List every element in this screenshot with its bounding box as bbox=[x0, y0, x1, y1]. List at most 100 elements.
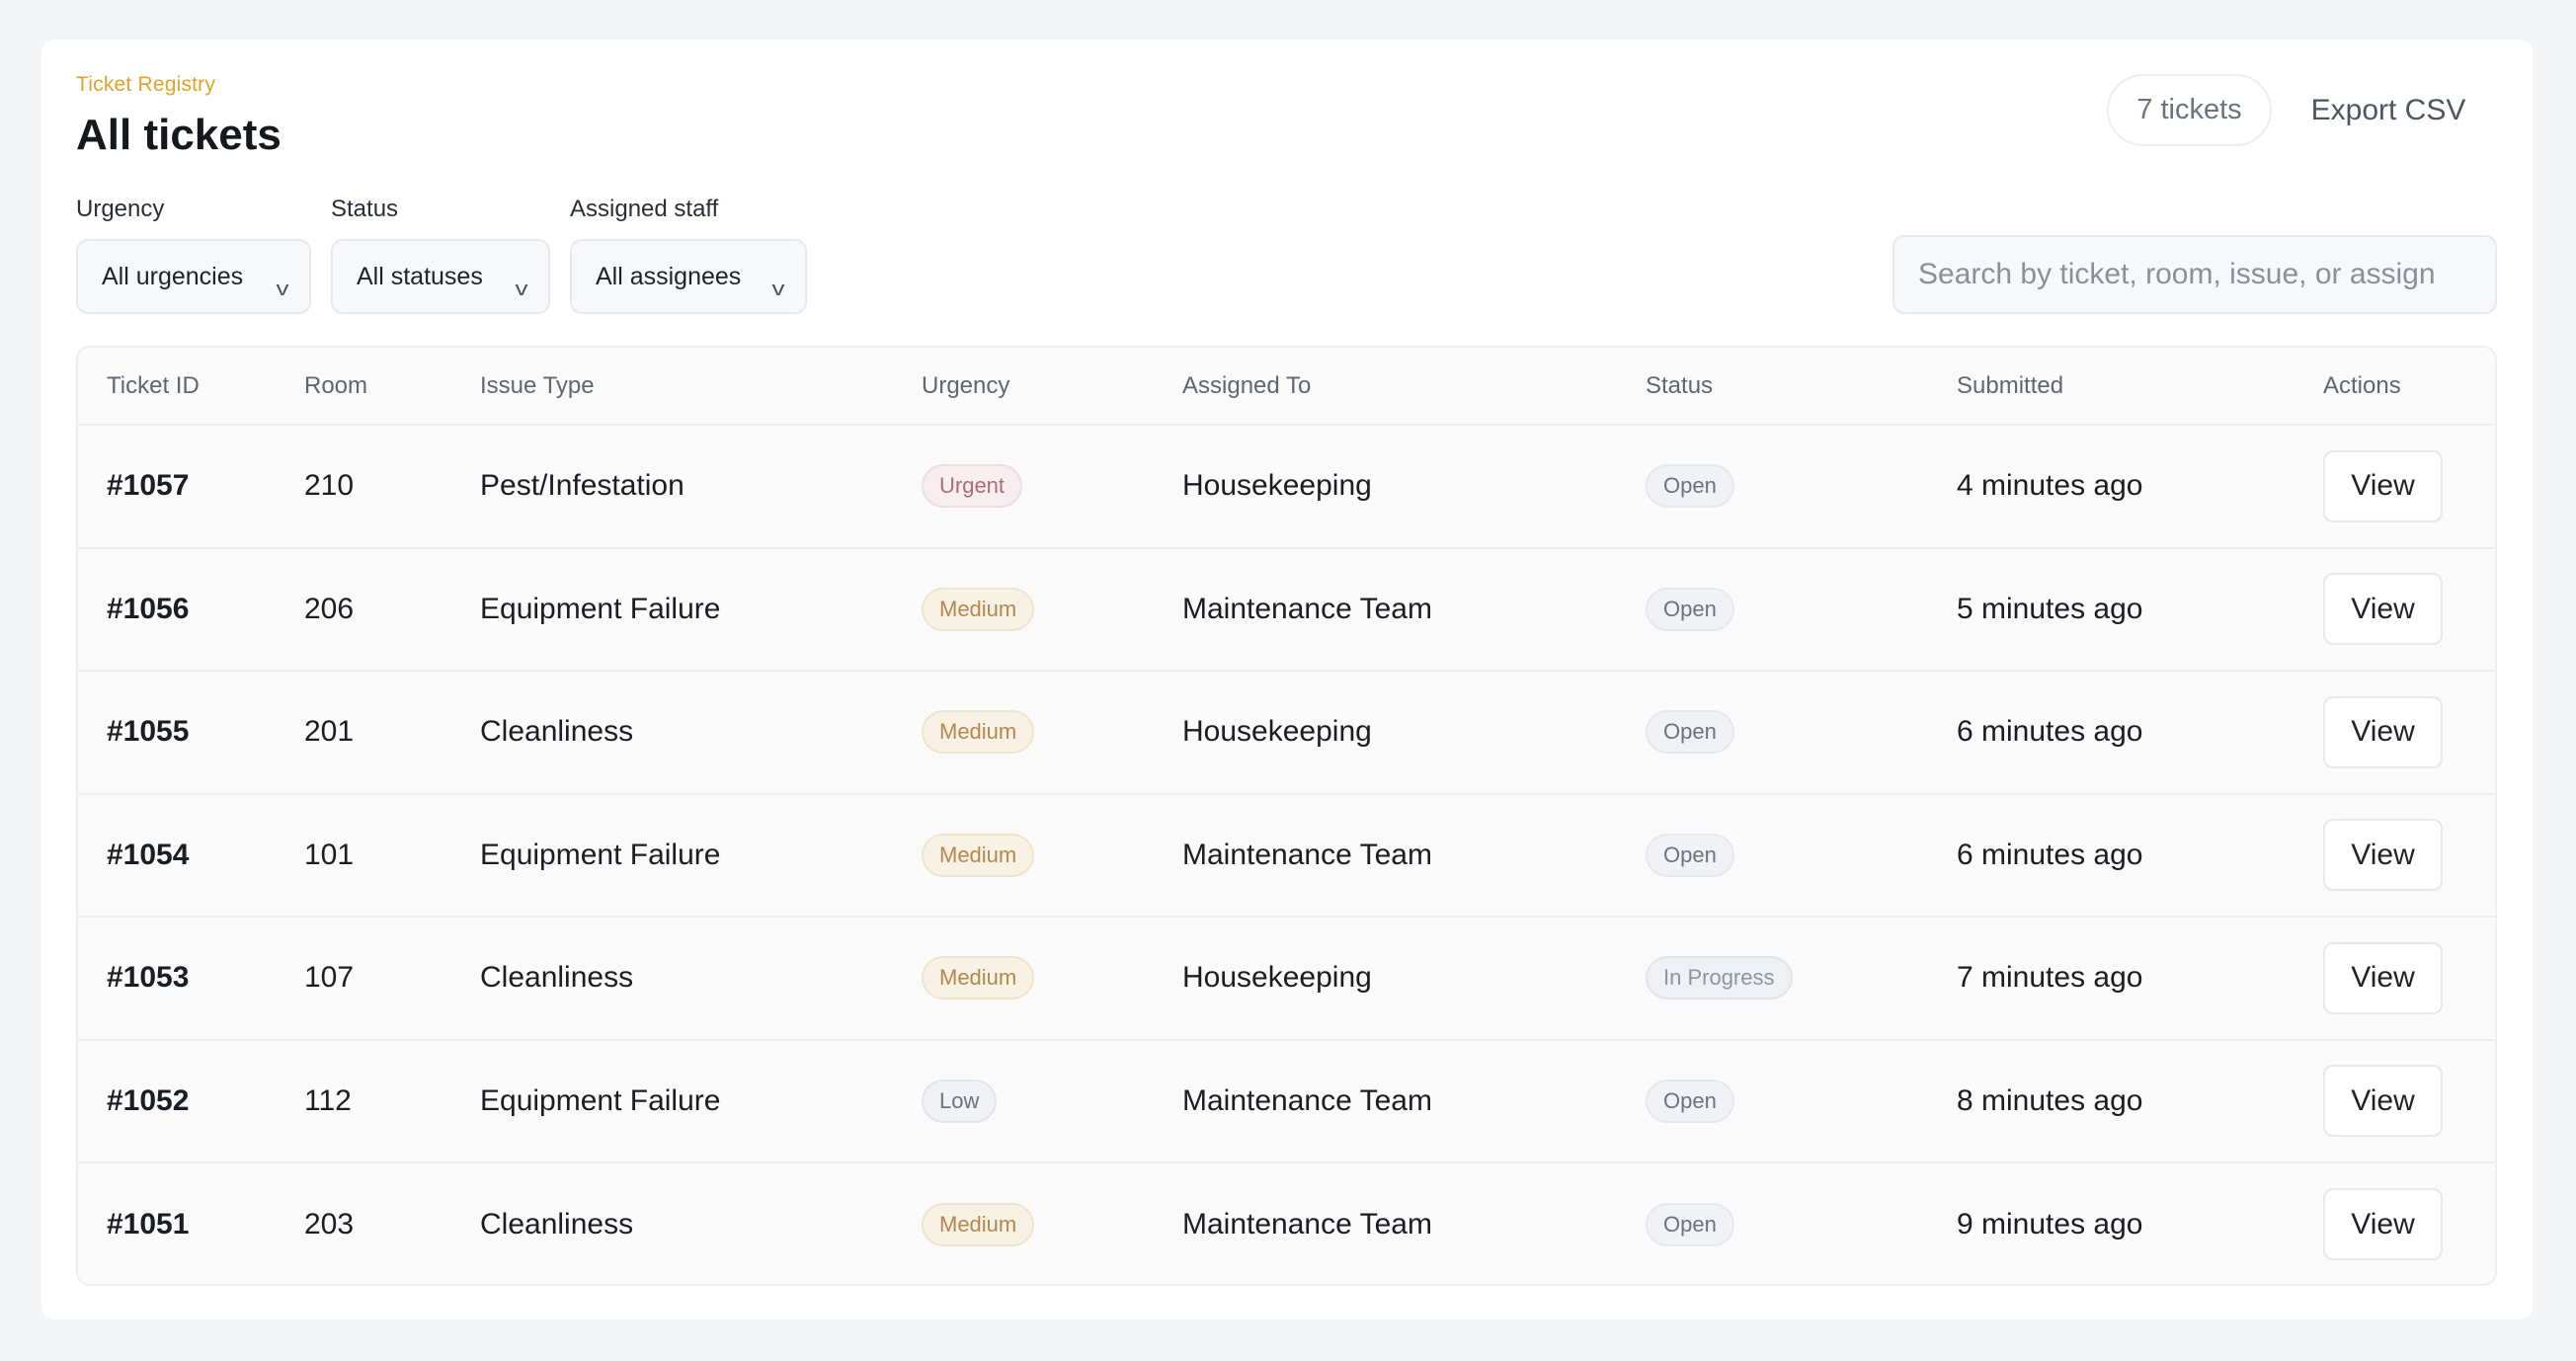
search-input[interactable] bbox=[1892, 235, 2497, 314]
table-row[interactable]: #1053 107 Cleanliness Medium Housekeepin… bbox=[78, 917, 2495, 1041]
urgency-filter: Urgency All urgencies v bbox=[76, 196, 311, 314]
room-number: 201 bbox=[304, 671, 480, 795]
status-badge: Open bbox=[1646, 464, 1734, 509]
status-filter: Status All statuses v bbox=[331, 196, 550, 314]
urgency-select-value: All urgencies bbox=[102, 262, 244, 290]
assigned-to: Maintenance Team bbox=[1182, 547, 1646, 672]
room-number: 107 bbox=[304, 917, 480, 1041]
column-header-submitted[interactable]: Submitted bbox=[1957, 348, 2323, 426]
submitted-time: 5 minutes ago bbox=[1957, 547, 2323, 672]
submitted-time: 4 minutes ago bbox=[1957, 425, 2323, 549]
view-button[interactable]: View bbox=[2323, 1065, 2443, 1138]
urgency-cell: Medium bbox=[922, 793, 1182, 918]
urgency-filter-label: Urgency bbox=[76, 196, 165, 222]
table-row[interactable]: #1054 101 Equipment Failure Medium Maint… bbox=[78, 793, 2495, 918]
chevron-down-icon: v bbox=[771, 279, 785, 300]
table-header-row: Ticket ID Room Issue Type Urgency Assign… bbox=[78, 348, 2495, 426]
assignee-filter: Assigned staff All assignees v bbox=[570, 196, 807, 314]
actions-cell: View bbox=[2323, 793, 2495, 918]
ticket-id: #1054 bbox=[78, 793, 304, 918]
table-row[interactable]: #1055 201 Cleanliness Medium Housekeepin… bbox=[78, 671, 2495, 795]
table-row[interactable]: #1051 203 Cleanliness Medium Maintenance… bbox=[78, 1162, 2495, 1284]
urgency-cell: Medium bbox=[922, 917, 1182, 1041]
submitted-time: 8 minutes ago bbox=[1957, 1039, 2323, 1163]
status-badge: Open bbox=[1646, 710, 1734, 755]
tickets-table: Ticket ID Room Issue Type Urgency Assign… bbox=[76, 346, 2497, 1286]
assigned-to: Maintenance Team bbox=[1182, 1039, 1646, 1163]
status-badge: Open bbox=[1646, 587, 1734, 631]
assigned-to: Maintenance Team bbox=[1182, 793, 1646, 918]
view-button[interactable]: View bbox=[2323, 941, 2443, 1014]
ticket-count-badge: 7 tickets bbox=[2107, 74, 2272, 146]
ticket-id: #1056 bbox=[78, 547, 304, 672]
urgency-cell: Urgent bbox=[922, 425, 1182, 549]
urgency-cell: Medium bbox=[922, 547, 1182, 672]
view-button[interactable]: View bbox=[2323, 573, 2443, 646]
status-select[interactable]: All statuses v bbox=[331, 239, 550, 314]
column-header-ticket-id[interactable]: Ticket ID bbox=[78, 348, 304, 426]
urgency-select[interactable]: All urgencies v bbox=[76, 239, 311, 314]
column-header-room[interactable]: Room bbox=[304, 348, 480, 426]
assigned-to: Housekeeping bbox=[1182, 917, 1646, 1041]
column-header-assigned-to[interactable]: Assigned To bbox=[1182, 348, 1646, 426]
status-select-value: All statuses bbox=[357, 262, 483, 290]
view-button[interactable]: View bbox=[2323, 449, 2443, 522]
urgency-badge: Medium bbox=[922, 587, 1035, 631]
export-csv-button[interactable]: Export CSV bbox=[2292, 74, 2485, 146]
urgency-badge: Medium bbox=[922, 1202, 1035, 1246]
status-filter-label: Status bbox=[331, 196, 399, 222]
chevron-down-icon: v bbox=[276, 279, 289, 300]
issue-type: Pest/Infestation bbox=[480, 425, 922, 549]
ticket-id: #1051 bbox=[78, 1162, 304, 1284]
actions-cell: View bbox=[2323, 671, 2495, 795]
column-header-urgency[interactable]: Urgency bbox=[922, 348, 1182, 426]
column-header-status[interactable]: Status bbox=[1646, 348, 1957, 426]
room-number: 206 bbox=[304, 547, 480, 672]
view-button[interactable]: View bbox=[2323, 695, 2443, 768]
status-badge: Open bbox=[1646, 1079, 1734, 1123]
status-cell: In Progress bbox=[1646, 917, 1957, 1041]
issue-type: Cleanliness bbox=[480, 671, 922, 795]
actions-cell: View bbox=[2323, 1039, 2495, 1163]
issue-type: Equipment Failure bbox=[480, 793, 922, 918]
status-cell: Open bbox=[1646, 547, 1957, 672]
urgency-cell: Medium bbox=[922, 671, 1182, 795]
view-button[interactable]: View bbox=[2323, 1188, 2443, 1261]
status-badge: Open bbox=[1646, 1202, 1734, 1246]
status-badge: Open bbox=[1646, 833, 1734, 877]
issue-type: Equipment Failure bbox=[480, 547, 922, 672]
assignee-filter-label: Assigned staff bbox=[570, 196, 719, 222]
view-button[interactable]: View bbox=[2323, 819, 2443, 892]
status-badge: In Progress bbox=[1646, 956, 1793, 1001]
assignee-select-value: All assignees bbox=[596, 262, 742, 290]
urgency-badge: Urgent bbox=[922, 464, 1023, 509]
urgency-cell: Medium bbox=[922, 1162, 1182, 1284]
urgency-badge: Medium bbox=[922, 833, 1035, 877]
ticket-registry-card: Ticket Registry All tickets 7 tickets Ex… bbox=[41, 40, 2533, 1320]
issue-type: Cleanliness bbox=[480, 1162, 922, 1284]
page-title: All tickets bbox=[76, 111, 282, 159]
column-header-issue-type[interactable]: Issue Type bbox=[480, 348, 922, 426]
table-row[interactable]: #1056 206 Equipment Failure Medium Maint… bbox=[78, 547, 2495, 672]
submitted-time: 9 minutes ago bbox=[1957, 1162, 2323, 1284]
urgency-badge: Medium bbox=[922, 956, 1035, 1001]
urgency-cell: Low bbox=[922, 1039, 1182, 1163]
assignee-select[interactable]: All assignees v bbox=[570, 239, 807, 314]
issue-type: Equipment Failure bbox=[480, 1039, 922, 1163]
assigned-to: Housekeeping bbox=[1182, 671, 1646, 795]
status-cell: Open bbox=[1646, 671, 1957, 795]
submitted-time: 6 minutes ago bbox=[1957, 793, 2323, 918]
table-row[interactable]: #1052 112 Equipment Failure Low Maintena… bbox=[78, 1039, 2495, 1163]
room-number: 112 bbox=[304, 1039, 480, 1163]
urgency-badge: Medium bbox=[922, 710, 1035, 755]
table-row[interactable]: #1057 210 Pest/Infestation Urgent Housek… bbox=[78, 425, 2495, 549]
column-header-actions: Actions bbox=[2323, 348, 2495, 426]
status-cell: Open bbox=[1646, 1162, 1957, 1284]
issue-type: Cleanliness bbox=[480, 917, 922, 1041]
room-number: 203 bbox=[304, 1162, 480, 1284]
status-cell: Open bbox=[1646, 793, 1957, 918]
section-eyebrow: Ticket Registry bbox=[76, 73, 216, 96]
ticket-id: #1052 bbox=[78, 1039, 304, 1163]
chevron-down-icon: v bbox=[515, 279, 528, 300]
actions-cell: View bbox=[2323, 1162, 2495, 1284]
